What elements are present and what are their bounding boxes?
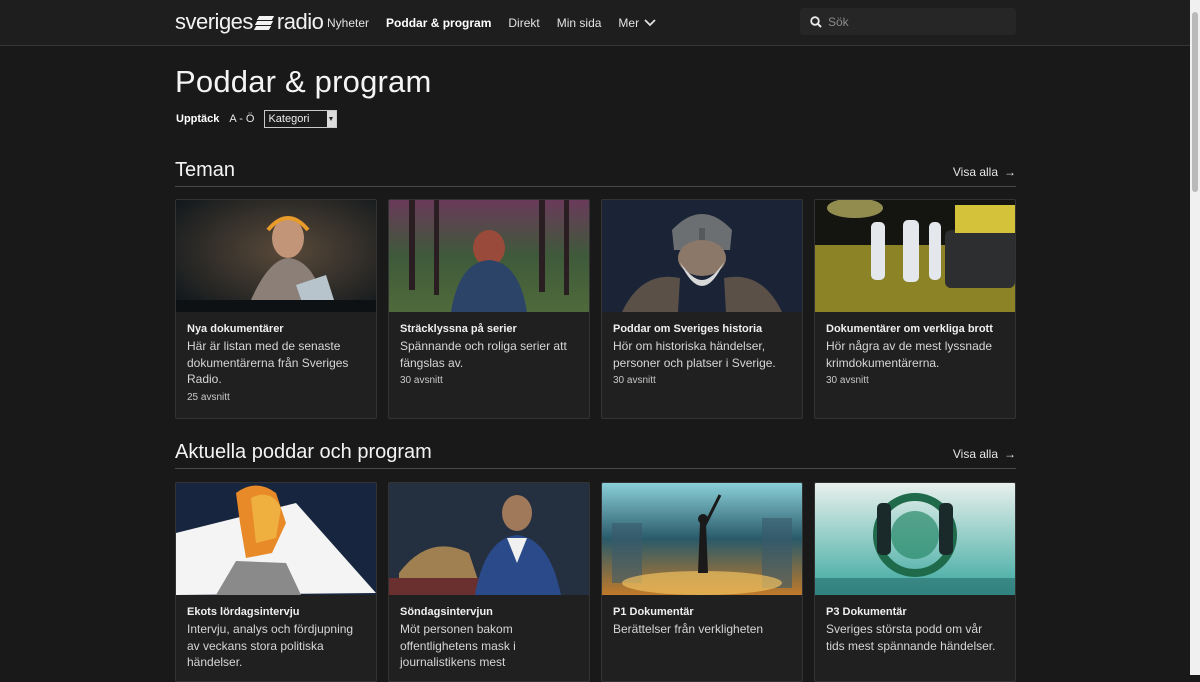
card-ekots-lordagsintervju[interactable]: Ekots lördagsintervju Intervju, analys o… — [175, 482, 377, 682]
card-image — [815, 200, 1015, 312]
card-image — [389, 200, 589, 312]
search-box[interactable] — [800, 8, 1016, 35]
card-episode-count: 30 avsnitt — [826, 375, 869, 386]
filter-bar: Upptäck A - Ö Kategori — [176, 110, 338, 128]
see-all-link[interactable]: Visa alla → — [953, 447, 1016, 461]
card-description: Berättelser från verkligheten — [613, 622, 764, 636]
card-row-aktuella: Ekots lördagsintervju Intervju, analys o… — [175, 482, 1016, 682]
section-title: Teman — [175, 159, 236, 181]
card-verkliga-brott[interactable]: Dokumentärer om verkliga brott Hör några… — [814, 199, 1016, 419]
page-title: Poddar & program — [175, 64, 432, 99]
arrow-right-icon: → — [1004, 447, 1016, 461]
card-description: Spännande och roliga serier att fängslas… — [400, 339, 567, 370]
logo-text-radio: radio — [276, 9, 324, 34]
category-select-value: Kategori — [268, 113, 310, 125]
card-title: P1 Dokumentär — [613, 606, 694, 618]
see-all-label: Visa alla — [952, 165, 998, 179]
card-episode-count: 30 avsnitt — [613, 375, 656, 386]
card-title: Poddar om Sveriges historia — [613, 323, 763, 335]
nav-item-direkt[interactable]: Direkt — [508, 16, 539, 30]
card-description: Möt personen bakom offentlighetens mask … — [400, 622, 516, 669]
card-row-teman: Nya dokumentärer Här är listan med de se… — [175, 199, 1016, 419]
filter-upptack[interactable]: Upptäck — [176, 113, 219, 125]
card-description: Hör om historiska händelser, personer oc… — [613, 339, 776, 370]
main-nav: Nyheter Poddar & program Direkt Min sida… — [327, 0, 656, 46]
section-header-aktuella: Aktuella poddar och program Visa alla → — [175, 441, 1016, 469]
card-description: Hör några av de mest lyssnade krimdokume… — [826, 339, 993, 370]
card-stracklyssna[interactable]: Sträcklyssna på serier Spännande och rol… — [388, 199, 590, 419]
card-title: Dokumentärer om verkliga brott — [826, 323, 993, 335]
card-image — [176, 200, 376, 312]
category-select[interactable]: Kategori — [264, 110, 338, 128]
card-description: Sveriges största podd om vår tids mest s… — [826, 622, 996, 653]
nav-item-nyheter[interactable]: Nyheter — [327, 16, 369, 30]
card-episode-count: 30 avsnitt — [400, 375, 443, 386]
card-sondagsintervjun[interactable]: Söndagsintervjun Möt personen bakom offe… — [388, 482, 590, 682]
card-title: P3 Dokumentär — [826, 606, 907, 618]
scrollbar-thumb[interactable] — [1192, 12, 1198, 192]
search-icon — [810, 15, 822, 28]
card-title: Söndagsintervjun — [400, 606, 493, 618]
card-title: Nya dokumentärer — [187, 323, 284, 335]
section-title: Aktuella poddar och program — [175, 441, 432, 463]
logo-mark-icon — [253, 15, 275, 30]
nav-item-min-sida[interactable]: Min sida — [557, 16, 602, 30]
card-image — [602, 200, 802, 312]
card-p3-dokumentar[interactable]: P3 Dokumentär Sveriges största podd om v… — [814, 482, 1016, 682]
section-header-teman: Teman Visa alla → — [175, 159, 1016, 187]
see-all-link[interactable]: Visa alla → — [953, 165, 1016, 179]
card-title: Ekots lördagsintervju — [187, 606, 300, 618]
page-scrollbar[interactable] — [1190, 0, 1200, 675]
top-navigation-bar: sveriges radio Nyheter Poddar & program … — [0, 0, 1190, 46]
card-episode-count: 25 avsnitt — [187, 391, 230, 403]
card-image — [815, 483, 1015, 595]
search-input[interactable] — [828, 14, 998, 29]
see-all-label: Visa alla — [952, 447, 998, 461]
nav-item-mer-label: Mer — [618, 16, 640, 30]
nav-item-poddar-program[interactable]: Poddar & program — [386, 16, 491, 30]
card-title: Sträcklyssna på serier — [400, 323, 517, 335]
chevron-down-icon — [644, 19, 656, 27]
card-nya-dokumentarer[interactable]: Nya dokumentärer Här är listan med de se… — [175, 199, 377, 419]
card-sveriges-historia[interactable]: Poddar om Sveriges historia Hör om histo… — [601, 199, 803, 419]
nav-item-mer[interactable]: Mer — [618, 16, 656, 30]
card-image — [389, 483, 589, 595]
arrow-right-icon: → — [1004, 165, 1016, 179]
select-arrow-icon — [327, 111, 337, 127]
card-p1-dokumentar[interactable]: P1 Dokumentär Berättelser från verklighe… — [601, 482, 803, 682]
card-description: Intervju, analys och fördjupning av veck… — [187, 622, 354, 669]
card-description: Här är listan med de senaste dokumentäre… — [187, 339, 349, 386]
sveriges-radio-logo[interactable]: sveriges radio — [175, 8, 324, 36]
logo-text-sveriges: sveriges — [175, 9, 253, 34]
filter-a-o[interactable]: A - Ö — [229, 113, 254, 125]
card-image — [176, 483, 376, 595]
card-image — [602, 483, 802, 595]
